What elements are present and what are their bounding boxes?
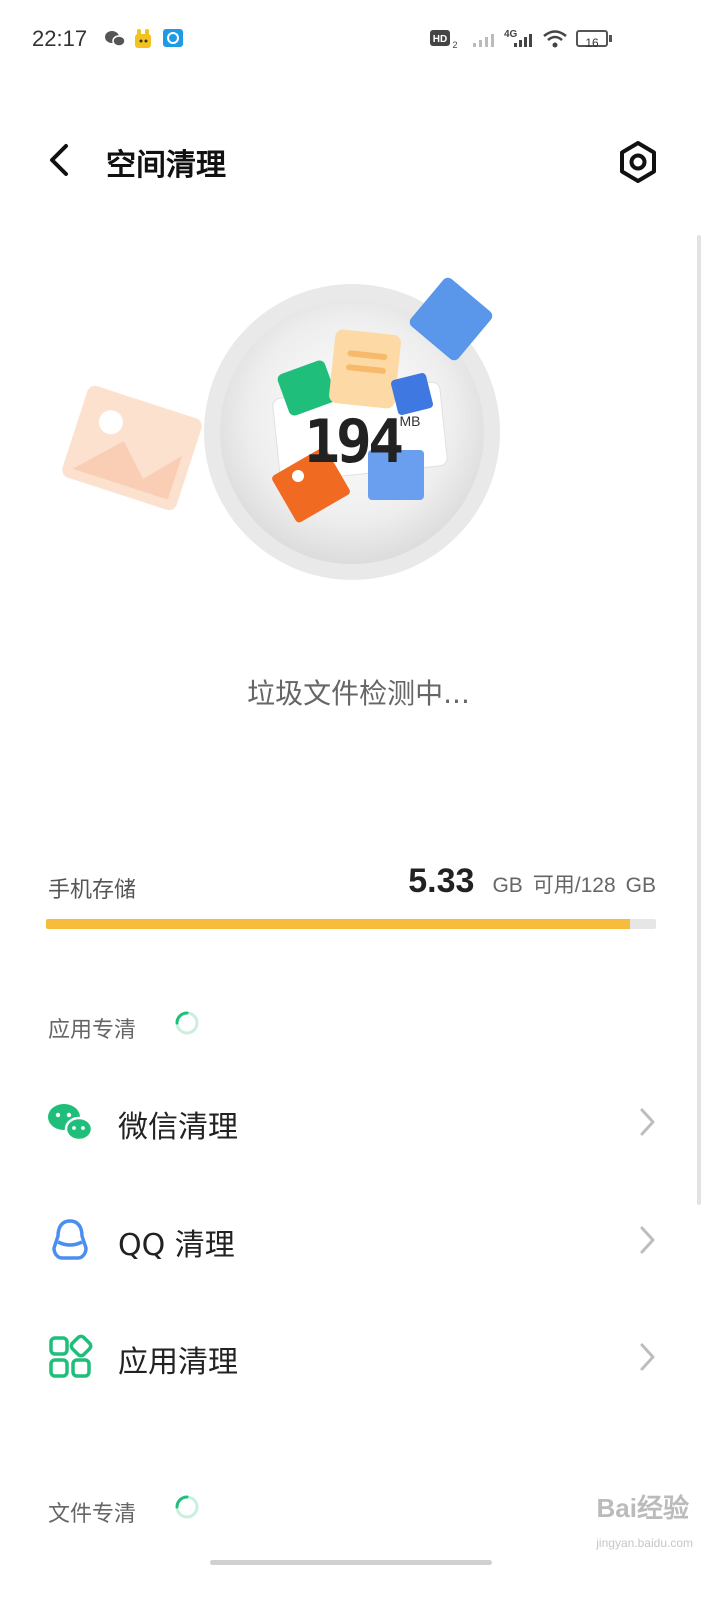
hd-voice-icon: HD 2	[430, 30, 458, 50]
signal-1-icon	[473, 34, 494, 47]
chevron-right-icon	[640, 1226, 655, 1254]
network-label: 4G	[504, 29, 518, 40]
back-button[interactable]	[40, 140, 80, 180]
browser-app-icon	[163, 29, 183, 47]
home-indicator[interactable]	[210, 1560, 492, 1565]
storage-label: 手机存储	[48, 878, 137, 903]
junk-size-unit: MB	[400, 413, 421, 429]
storage-summary: 5.33 GB 可用/128 GB	[408, 862, 656, 901]
section-title-app-clean: 应用专清	[48, 1018, 137, 1043]
note-card	[329, 329, 401, 409]
watermark: Bai经验	[596, 1493, 689, 1523]
hd-label: HD	[433, 34, 447, 45]
wechat-icon	[105, 31, 126, 47]
hd-sub-label: 2	[452, 40, 457, 50]
settings-button[interactable]	[616, 140, 660, 184]
list-item-label: 应用清理	[118, 1345, 238, 1380]
scrollbar[interactable]	[697, 235, 701, 1205]
chevron-right-icon	[640, 1343, 655, 1371]
chevron-right-icon	[640, 1108, 655, 1136]
loading-spinner-icon	[175, 1011, 199, 1035]
storage-progress-bar	[46, 919, 656, 929]
junk-scan-illustration: 194 MB	[62, 277, 500, 580]
watermark-url: jingyan.baidu.com	[596, 1536, 693, 1550]
scan-status: 垃圾文件检测中...	[247, 677, 470, 710]
battery-level: 16	[585, 36, 599, 50]
loading-spinner-icon	[175, 1495, 199, 1519]
battery-tip	[609, 35, 612, 42]
list-item-label: QQ 清理	[118, 1228, 235, 1263]
back-arrow-icon	[50, 144, 68, 176]
page-title: 空间清理	[106, 148, 226, 183]
wechat-icon	[48, 1104, 94, 1142]
battery-icon: 16	[576, 30, 608, 50]
mascot-app-icon	[135, 29, 151, 48]
list-item-qq-clean[interactable]: QQ 清理	[0, 1190, 717, 1290]
wifi-icon	[543, 30, 567, 48]
storage-available-unit: GB	[492, 874, 523, 897]
qq-icon	[52, 1219, 88, 1260]
storage-total: 可用/128	[532, 874, 616, 897]
list-item-app-clean[interactable]: 应用清理	[0, 1307, 717, 1407]
section-title-file-clean: 文件专清	[48, 1502, 137, 1527]
settings-icon	[620, 141, 656, 183]
broken-image-card	[62, 385, 202, 511]
storage-total-unit: GB	[625, 874, 656, 897]
storage-available: 5.33	[408, 862, 475, 900]
signal-4g-icon: 4G	[504, 29, 532, 47]
storage-progress-fill	[46, 919, 631, 929]
junk-size-value: 194	[304, 407, 402, 477]
status-time: 22:17	[32, 26, 88, 51]
apps-grid-icon	[49, 1334, 93, 1378]
list-item-wechat-clean[interactable]: 微信清理	[0, 1072, 717, 1172]
list-item-label: 微信清理	[118, 1110, 238, 1145]
